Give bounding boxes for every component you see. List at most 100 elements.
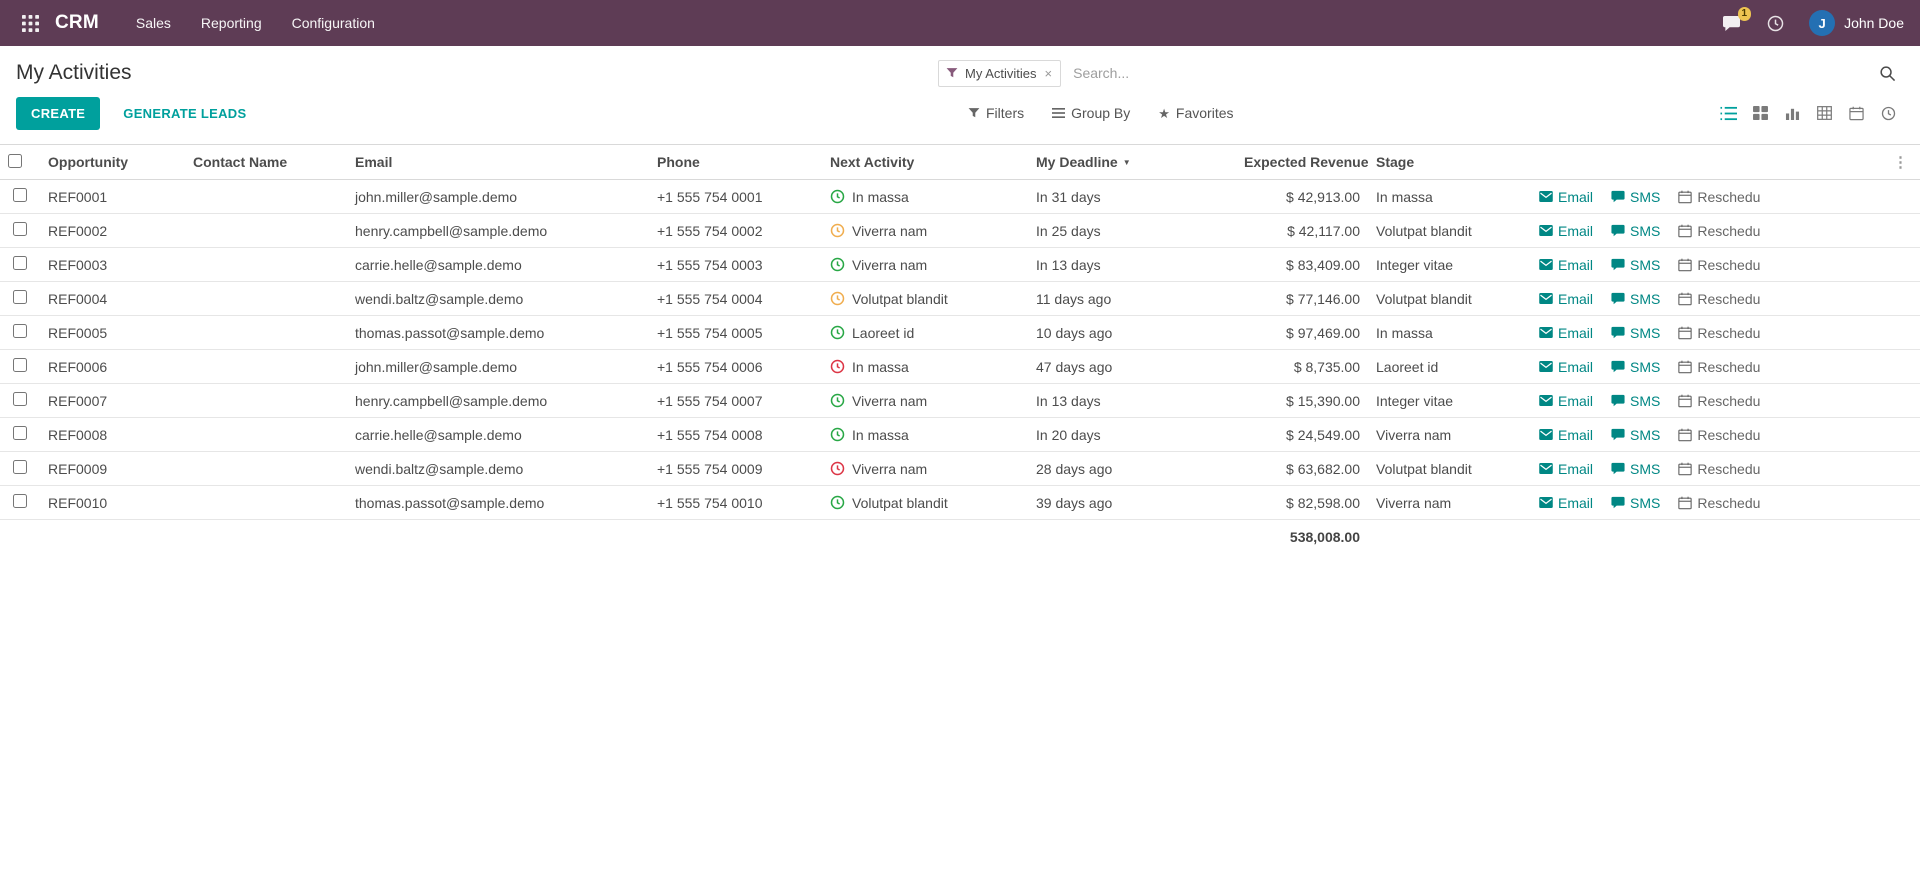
sms-action-button[interactable]: SMS bbox=[1611, 393, 1660, 409]
cell-filler bbox=[1761, 214, 1920, 248]
calendar-view-icon[interactable] bbox=[1840, 98, 1872, 128]
email-action-button[interactable]: Email bbox=[1539, 325, 1593, 341]
sms-action-button[interactable]: SMS bbox=[1611, 427, 1660, 443]
menu-sales[interactable]: Sales bbox=[121, 7, 186, 39]
reschedule-action-button[interactable]: Reschedule bbox=[1678, 325, 1761, 341]
row-checkbox[interactable] bbox=[13, 494, 27, 508]
list-view-icon[interactable] bbox=[1712, 98, 1744, 128]
sms-action-button[interactable]: SMS bbox=[1611, 495, 1660, 511]
facet-remove-icon[interactable]: × bbox=[1037, 67, 1061, 80]
search-input[interactable]: Search... bbox=[1073, 65, 1875, 81]
app-name[interactable]: CRM bbox=[55, 12, 99, 34]
table-row[interactable]: REF0010 thomas.passot@sample.demo +1 555… bbox=[0, 486, 1920, 520]
column-expected-revenue[interactable]: Expected Revenue bbox=[1236, 145, 1368, 180]
generate-leads-button[interactable]: GENERATE LEADS bbox=[108, 97, 261, 130]
column-next-activity[interactable]: Next Activity bbox=[822, 145, 1028, 180]
column-opportunity[interactable]: Opportunity bbox=[40, 145, 185, 180]
create-button[interactable]: CREATE bbox=[16, 97, 100, 130]
menu-configuration[interactable]: Configuration bbox=[277, 7, 390, 39]
email-action-button[interactable]: Email bbox=[1539, 189, 1593, 205]
reschedule-action-button[interactable]: Reschedule bbox=[1678, 291, 1761, 307]
reschedule-action-button[interactable]: Reschedule bbox=[1678, 393, 1761, 409]
row-checkbox[interactable] bbox=[13, 358, 27, 372]
row-checkbox-cell[interactable] bbox=[0, 452, 40, 486]
optional-columns-icon[interactable]: ⋮ bbox=[1889, 153, 1912, 171]
reschedule-action-button[interactable]: Reschedule bbox=[1678, 189, 1761, 205]
table-row[interactable]: REF0001 john.miller@sample.demo +1 555 7… bbox=[0, 180, 1920, 214]
row-checkbox[interactable] bbox=[13, 290, 27, 304]
row-checkbox-cell[interactable] bbox=[0, 214, 40, 248]
reschedule-action-button[interactable]: Reschedule bbox=[1678, 495, 1761, 511]
sms-action-button[interactable]: SMS bbox=[1611, 223, 1660, 239]
table-row[interactable]: REF0004 wendi.baltz@sample.demo +1 555 7… bbox=[0, 282, 1920, 316]
row-checkbox[interactable] bbox=[13, 324, 27, 338]
email-action-button[interactable]: Email bbox=[1539, 495, 1593, 511]
table-row[interactable]: REF0007 henry.campbell@sample.demo +1 55… bbox=[0, 384, 1920, 418]
cell-stage: Viverra nam bbox=[1368, 486, 1531, 520]
sms-action-button[interactable]: SMS bbox=[1611, 461, 1660, 477]
row-checkbox-cell[interactable] bbox=[0, 180, 40, 214]
activity-view-icon[interactable] bbox=[1872, 98, 1904, 128]
row-checkbox-cell[interactable] bbox=[0, 248, 40, 282]
row-checkbox[interactable] bbox=[13, 392, 27, 406]
email-action-button[interactable]: Email bbox=[1539, 257, 1593, 273]
sms-action-button[interactable]: SMS bbox=[1611, 257, 1660, 273]
row-checkbox[interactable] bbox=[13, 188, 27, 202]
filters-button[interactable]: Filters bbox=[968, 105, 1024, 121]
activity-clock-icon bbox=[830, 223, 845, 238]
column-email[interactable]: Email bbox=[347, 145, 649, 180]
sms-action-label: SMS bbox=[1630, 291, 1660, 307]
search-bar[interactable]: My Activities × Search... bbox=[938, 60, 1904, 87]
favorites-button[interactable]: ★ Favorites bbox=[1158, 105, 1233, 121]
pivot-view-icon[interactable] bbox=[1808, 98, 1840, 128]
sms-action-button[interactable]: SMS bbox=[1611, 359, 1660, 375]
table-row[interactable]: REF0009 wendi.baltz@sample.demo +1 555 7… bbox=[0, 452, 1920, 486]
row-checkbox[interactable] bbox=[13, 256, 27, 270]
sms-action-button[interactable]: SMS bbox=[1611, 325, 1660, 341]
column-phone[interactable]: Phone bbox=[649, 145, 822, 180]
cell-revenue: $ 97,469.00 bbox=[1236, 316, 1368, 350]
sms-action-button[interactable]: SMS bbox=[1611, 291, 1660, 307]
menu-reporting[interactable]: Reporting bbox=[186, 7, 277, 39]
column-my-deadline[interactable]: My Deadline▼ bbox=[1028, 145, 1236, 180]
cell-email: john.miller@sample.demo bbox=[347, 350, 649, 384]
row-checkbox-cell[interactable] bbox=[0, 350, 40, 384]
row-checkbox-cell[interactable] bbox=[0, 486, 40, 520]
email-action-button[interactable]: Email bbox=[1539, 223, 1593, 239]
graph-view-icon[interactable] bbox=[1776, 98, 1808, 128]
email-action-button[interactable]: Email bbox=[1539, 291, 1593, 307]
column-contact-name[interactable]: Contact Name bbox=[185, 145, 347, 180]
activities-clock-icon[interactable] bbox=[1758, 9, 1793, 38]
reschedule-action-button[interactable]: Reschedule bbox=[1678, 223, 1761, 239]
kanban-view-icon[interactable] bbox=[1744, 98, 1776, 128]
select-all-checkbox[interactable] bbox=[8, 154, 22, 168]
email-action-button[interactable]: Email bbox=[1539, 427, 1593, 443]
select-all-cell[interactable] bbox=[0, 145, 40, 180]
row-checkbox-cell[interactable] bbox=[0, 384, 40, 418]
sms-action-button[interactable]: SMS bbox=[1611, 189, 1660, 205]
table-row[interactable]: REF0005 thomas.passot@sample.demo +1 555… bbox=[0, 316, 1920, 350]
table-row[interactable]: REF0003 carrie.helle@sample.demo +1 555 … bbox=[0, 248, 1920, 282]
email-action-button[interactable]: Email bbox=[1539, 461, 1593, 477]
reschedule-action-button[interactable]: Reschedule bbox=[1678, 257, 1761, 273]
search-icon[interactable] bbox=[1875, 61, 1900, 86]
row-checkbox[interactable] bbox=[13, 426, 27, 440]
column-stage[interactable]: Stage bbox=[1368, 145, 1531, 180]
row-checkbox[interactable] bbox=[13, 222, 27, 236]
row-checkbox[interactable] bbox=[13, 460, 27, 474]
messages-icon[interactable]: 1 bbox=[1713, 9, 1750, 38]
email-action-button[interactable]: Email bbox=[1539, 359, 1593, 375]
table-row[interactable]: REF0008 carrie.helle@sample.demo +1 555 … bbox=[0, 418, 1920, 452]
reschedule-action-button[interactable]: Reschedule bbox=[1678, 359, 1761, 375]
apps-menu-icon[interactable] bbox=[16, 9, 45, 38]
table-row[interactable]: REF0006 john.miller@sample.demo +1 555 7… bbox=[0, 350, 1920, 384]
reschedule-action-button[interactable]: Reschedule bbox=[1678, 427, 1761, 443]
row-checkbox-cell[interactable] bbox=[0, 418, 40, 452]
row-checkbox-cell[interactable] bbox=[0, 282, 40, 316]
email-action-button[interactable]: Email bbox=[1539, 393, 1593, 409]
table-row[interactable]: REF0002 henry.campbell@sample.demo +1 55… bbox=[0, 214, 1920, 248]
reschedule-action-button[interactable]: Reschedule bbox=[1678, 461, 1761, 477]
user-menu[interactable]: J John Doe bbox=[1809, 10, 1904, 36]
group-by-button[interactable]: Group By bbox=[1052, 105, 1130, 121]
row-checkbox-cell[interactable] bbox=[0, 316, 40, 350]
